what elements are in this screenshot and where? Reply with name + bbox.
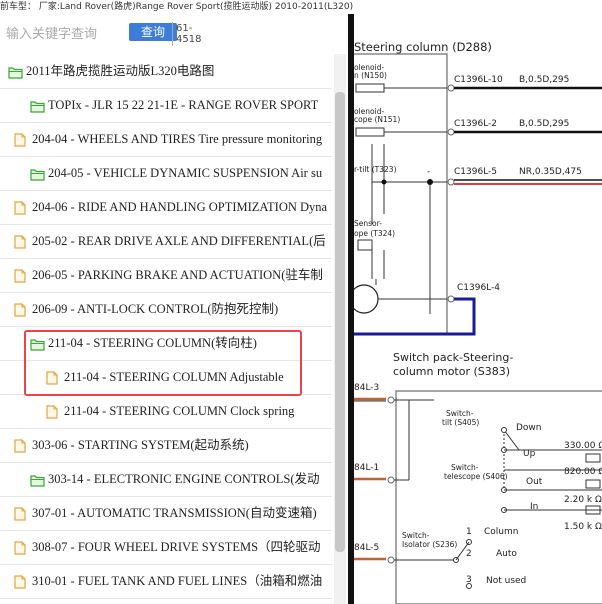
pin-number: 1 [466, 527, 472, 537]
tree-item-label: 310-01 - FUEL TANK AND FUEL LINES（油箱和燃油 [32, 574, 323, 588]
search-input[interactable] [6, 24, 124, 44]
document-icon [46, 404, 60, 419]
tree-item[interactable]: 204-06 - RIDE AND HANDLING OPTIMIZATION … [0, 190, 332, 225]
selection-highlight [24, 330, 302, 396]
tree-item-label: 206-09 - ANTI-LOCK CONTROL(防抱死控制) [32, 302, 279, 316]
tree-item[interactable]: 206-05 - PARKING BRAKE AND ACTUATION(驻车制 [0, 258, 332, 293]
tree-item[interactable]: 310-01 - FUEL TANK AND FUEL LINES（油箱和燃油 [0, 564, 332, 599]
resistor-value: 820.00 Ω [564, 467, 602, 477]
tree-item-label: 307-01 - AUTOMATIC TRANSMISSION(自动变速箱) [32, 506, 317, 520]
result-count-line2: 4518 [176, 34, 202, 45]
switch-position: Down [516, 423, 542, 433]
title-bar: 前车型： 厂家:Land Rover(路虎)Range Rover Sport(… [0, 0, 602, 14]
tree-item[interactable]: 303-06 - STARTING SYSTEM(起动系统) [0, 428, 332, 463]
wire-id: 84L-3 [354, 383, 379, 393]
folder-open-icon [8, 64, 23, 79]
switch-label: telescope (S406) [444, 472, 508, 481]
tree-item-label: 2011年路虎揽胜运动版L320电路图 [26, 64, 215, 78]
tree-item-label: 206-05 - PARKING BRAKE AND ACTUATION(驻车制 [32, 268, 323, 282]
switch-label: Isolator (S236) [402, 540, 457, 549]
document-icon [14, 268, 28, 283]
switch-label: Switch- [446, 409, 474, 418]
component-label: cope (N151) [354, 115, 400, 124]
switch-position: Auto [496, 549, 517, 559]
switch-position: Out [526, 477, 543, 487]
switch-position: Not used [486, 576, 526, 586]
wire-id: 84L-5 [354, 543, 379, 553]
wire-spec: B,0.5D,295 [519, 119, 569, 129]
tree-item[interactable]: 204-04 - WHEELS AND TIRES Tire pressure … [0, 122, 332, 157]
switch-label: tilt (S405) [442, 418, 479, 427]
diagram-title-s383: Switch pack-Steering- [393, 351, 513, 364]
tree-item-label: 204-04 - WHEELS AND TIRES Tire pressure … [32, 132, 323, 146]
breadcrumb: 前车型： 厂家:Land Rover(路虎)Range Rover Sport(… [0, 2, 354, 12]
tree-item-label: 205-02 - REAR DRIVE AXLE AND DIFFERENTIA… [32, 234, 326, 248]
document-icon [14, 132, 28, 147]
wiring-diagram-svg: Steering column (D288) olenoid- n (N150)… [354, 40, 602, 604]
result-count: 61- 4518 [176, 23, 206, 45]
wire-spec: B,0.5D,295 [519, 75, 569, 85]
tree-panel: 查询 61- 4518 2011年路虎揽胜运动版L320电路图 TOPIx - J… [0, 14, 348, 604]
document-icon [14, 506, 28, 521]
tree-item-label: TOPIx - JLR 15 22 21-1E - RANGE ROVER SP… [48, 98, 319, 112]
switch-position: Up [523, 449, 536, 459]
wiring-diagram: Steering column (D288) olenoid- n (N150)… [354, 14, 602, 604]
document-icon [14, 540, 28, 555]
wire-spec: NR,0.35D,475 [519, 167, 582, 177]
tree-item[interactable]: 211-04 - STEERING COLUMN Clock spring [0, 394, 332, 429]
wire-id: C1396L-5 [454, 167, 497, 177]
scrollbar[interactable] [334, 54, 346, 604]
wire-id: 84L-1 [354, 463, 379, 473]
component-label: ope (T324) [354, 229, 395, 238]
folder-open-icon [30, 166, 45, 181]
switch-label: Switch- [402, 531, 430, 540]
switch-position: In [530, 502, 538, 512]
resistor-value: 1.50 k Ω [564, 522, 602, 532]
tree-item-label: 204-05 - VEHICLE DYNAMIC SUSPENSION Air … [48, 166, 323, 180]
document-icon [14, 234, 28, 249]
resistor-value: 330.00 Ω [564, 441, 602, 451]
component-label: Sensor- [354, 219, 382, 228]
result-count-line1: 61- [176, 23, 193, 34]
tree-item[interactable]: 204-05 - VEHICLE DYNAMIC SUSPENSION Air … [0, 156, 332, 191]
tree-item[interactable]: 2011年路虎揽胜运动版L320电路图 [0, 54, 332, 89]
component-label: r-tilt (T323) [354, 165, 397, 174]
tree-item[interactable]: 307-01 - AUTOMATIC TRANSMISSION(自动变速箱) [0, 496, 332, 531]
tree-item[interactable]: 206-09 - ANTI-LOCK CONTROL(防抱死控制) [0, 292, 332, 327]
tree-item-label: 211-04 - STEERING COLUMN Clock spring [64, 404, 295, 418]
resistor-value: 2.20 k Ω [564, 495, 602, 505]
tree-item[interactable]: 303-14 - ELECTRONIC ENGINE CONTROLS(发动 [0, 462, 332, 497]
tree-item-label: 308-07 - FOUR WHEEL DRIVE SYSTEMS（四轮驱动 [32, 540, 321, 554]
tree-item[interactable]: 205-02 - REAR DRIVE AXLE AND DIFFERENTIA… [0, 224, 332, 259]
search-divider [172, 22, 173, 46]
minus-sign: - [427, 167, 430, 177]
diagram-title-s383: column motor (S383) [393, 365, 510, 378]
folder-open-icon [30, 472, 45, 487]
pin-number: 2 [466, 549, 472, 559]
switch-label: Switch- [451, 463, 479, 472]
component-label: n (N150) [354, 71, 387, 80]
wire-id: C1396L-2 [454, 119, 497, 129]
switch-position: Column [484, 527, 518, 537]
search-button[interactable]: 查询 [129, 23, 177, 41]
scroll-thumb[interactable] [335, 92, 345, 552]
diagram-title-d288: Steering column (D288) [354, 40, 492, 54]
tree-item-label: 303-14 - ELECTRONIC ENGINE CONTROLS(发动 [48, 472, 320, 486]
folder-open-icon [30, 98, 45, 113]
wire-id: C1396L-4 [457, 283, 500, 293]
document-icon [14, 574, 28, 589]
tree-item-label: 303-06 - STARTING SYSTEM(起动系统) [32, 438, 249, 452]
document-icon [14, 302, 28, 317]
search-row: 查询 61- 4518 [0, 14, 348, 54]
document-icon [14, 438, 28, 453]
tree-item-label: 204-06 - RIDE AND HANDLING OPTIMIZATION … [32, 200, 328, 214]
tree-item[interactable]: TOPIx - JLR 15 22 21-1E - RANGE ROVER SP… [0, 88, 332, 123]
document-icon [14, 200, 28, 215]
wire-id: C1396L-10 [454, 75, 503, 85]
tree-item[interactable]: 308-07 - FOUR WHEEL DRIVE SYSTEMS（四轮驱动 [0, 530, 332, 565]
